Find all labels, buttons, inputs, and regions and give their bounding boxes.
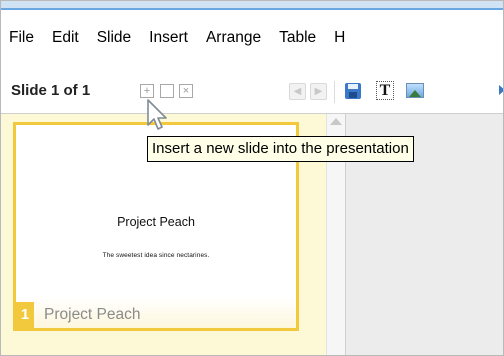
slide-number-badge: 1 — [16, 302, 34, 328]
plus-square-icon[interactable]: + — [140, 84, 154, 98]
menu-insert[interactable]: Insert — [140, 29, 188, 47]
window-top-bar — [1, 1, 503, 8]
mouse-cursor-icon — [147, 99, 167, 130]
more-tools-icon[interactable] — [499, 85, 503, 95]
menu-edit[interactable]: Edit — [43, 29, 79, 47]
save-icon[interactable] — [345, 83, 361, 99]
arrow-left-icon[interactable]: ◀ — [289, 83, 306, 100]
delete-slide-icon[interactable]: × — [179, 84, 193, 98]
thumbnail-name: Project Peach — [44, 306, 141, 323]
thumbnail-subtitle: The sweetest idea since nectarines. — [102, 252, 210, 259]
tooltip: Insert a new slide into the presentation — [147, 136, 414, 162]
thumbnail-footer: 1 Project Peach — [16, 297, 296, 328]
duplicate-slide-icon[interactable] — [160, 81, 177, 98]
image-icon[interactable] — [406, 83, 424, 98]
menu-slide[interactable]: Slide — [88, 29, 131, 47]
menu-table[interactable]: Table — [270, 29, 316, 47]
menu-bar: File Edit Slide Insert Arrange Table H — [1, 25, 503, 51]
menu-arrange[interactable]: Arrange — [197, 29, 261, 47]
menu-help[interactable]: H — [325, 29, 345, 47]
text-box-icon[interactable]: T — [376, 81, 394, 100]
slide-count-label: Slide 1 of 1 — [11, 82, 91, 99]
menu-file[interactable]: File — [1, 29, 34, 47]
scroll-up-icon[interactable] — [330, 118, 342, 125]
window-top-accent — [1, 8, 503, 10]
arrow-right-icon[interactable]: ▶ — [310, 83, 327, 100]
toolbar-separator — [334, 81, 335, 103]
app-window: File Edit Slide Insert Arrange Table H S… — [0, 0, 504, 356]
thumbnail-title: Project Peach — [117, 215, 195, 229]
toolbar: Slide 1 of 1 + × ◀ ▶ T — [1, 73, 503, 107]
